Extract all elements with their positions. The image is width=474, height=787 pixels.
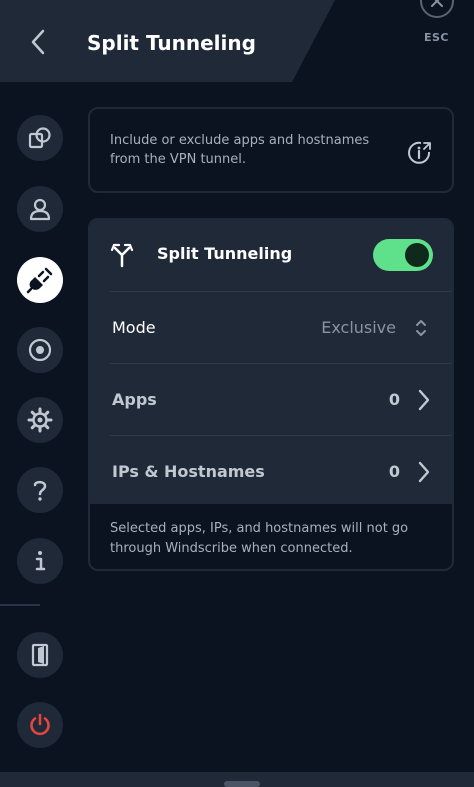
split-tunneling-label: Split Tunneling — [157, 244, 293, 263]
settings-card: Split Tunneling Mode Exclusive Apps 0 IP… — [88, 218, 454, 571]
ips-hostnames-row[interactable]: IPs & Hostnames 0 — [90, 436, 452, 508]
mode-label: Mode — [112, 318, 156, 337]
logout-door-icon — [31, 643, 49, 667]
sidebar-item-logout[interactable] — [17, 632, 63, 678]
apps-count: 0 — [388, 390, 400, 409]
power-icon — [30, 713, 50, 736]
help-icon — [33, 480, 47, 501]
resize-handle[interactable] — [224, 781, 260, 787]
info-description: Include or exclude apps and hostnames fr… — [110, 133, 370, 167]
apps-row[interactable]: Apps 0 — [90, 364, 452, 436]
connection-icon — [28, 127, 51, 149]
sidebar-item-connection[interactable] — [17, 115, 63, 161]
sidebar-item-quit[interactable] — [17, 702, 63, 748]
sidebar-item-about[interactable] — [17, 538, 63, 584]
split-tunneling-plug-icon — [26, 267, 53, 294]
settings-panel: Split Tunneling Mode Exclusive Apps 0 IP… — [90, 220, 452, 504]
split-tunneling-toggle[interactable] — [373, 239, 433, 271]
apps-label: Apps — [112, 390, 157, 409]
split-fork-icon — [110, 243, 134, 268]
sidebar-item-account[interactable] — [17, 186, 63, 232]
header: Split Tunneling ESC — [0, 0, 474, 82]
about-icon — [35, 551, 46, 571]
page-title: Split Tunneling — [87, 31, 256, 55]
mode-row[interactable]: Mode Exclusive — [90, 292, 452, 364]
esc-label: ESC — [424, 31, 450, 44]
close-icon — [431, 0, 443, 7]
sidebar-divider — [0, 604, 40, 606]
split-tunneling-footer-note: Selected apps, IPs, and hostnames will n… — [110, 521, 409, 556]
info-link-button[interactable] — [406, 139, 434, 167]
split-tunneling-row: Split Tunneling — [90, 220, 452, 292]
sidebar-item-help[interactable] — [17, 467, 63, 513]
sidebar-item-robert[interactable] — [17, 327, 63, 373]
chevron-right-icon — [418, 461, 430, 483]
info-card: Include or exclude apps and hostnames fr… — [88, 107, 454, 193]
account-icon — [29, 198, 51, 221]
chevron-up-down-icon — [416, 320, 426, 336]
back-button[interactable] — [22, 26, 54, 58]
close-button[interactable] — [420, 0, 454, 18]
sidebar-item-split-tunneling[interactable] — [17, 257, 63, 303]
mode-value: Exclusive — [321, 318, 396, 337]
chevron-left-icon — [31, 29, 45, 55]
chevron-right-icon — [418, 389, 430, 411]
ips-hostnames-count: 0 — [388, 462, 400, 481]
sidebar-item-preferences[interactable] — [17, 397, 63, 443]
robert-icon — [28, 338, 52, 362]
gear-icon — [27, 407, 53, 433]
toggle-knob — [405, 243, 429, 267]
info-external-icon — [408, 141, 431, 164]
ips-hostnames-label: IPs & Hostnames — [112, 462, 265, 481]
